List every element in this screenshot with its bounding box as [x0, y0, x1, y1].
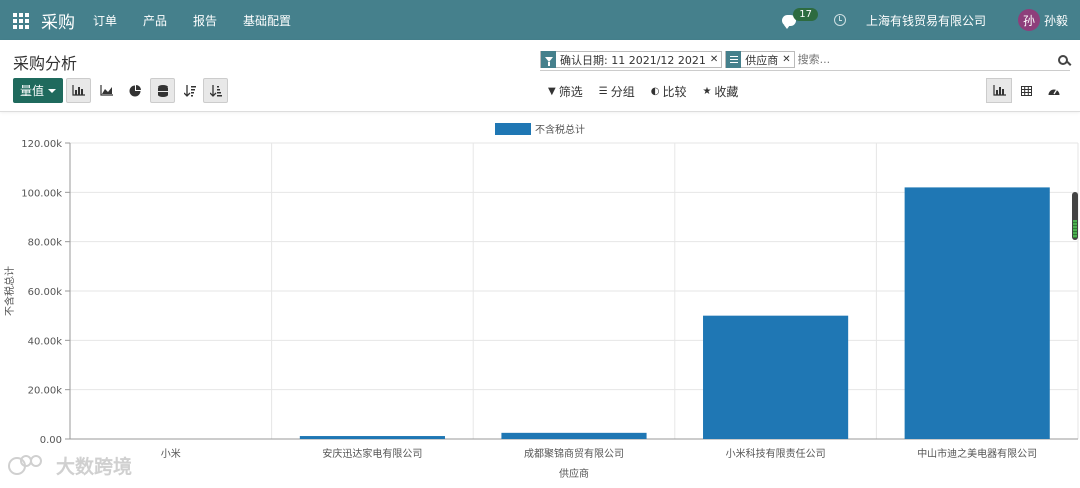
database-icon — [157, 84, 168, 97]
y-tick-label: 20.00k — [28, 386, 63, 397]
filter-icon — [541, 51, 556, 68]
y-tick-label: 40.00k — [28, 336, 63, 347]
sort-descending-icon — [183, 84, 196, 97]
y-tick-label: 100.00k — [21, 188, 62, 199]
y-tick-label: 80.00k — [28, 238, 63, 249]
measures-label: 量值 — [19, 84, 44, 98]
groupby-label: 分组 — [610, 85, 635, 99]
remove-filter-icon[interactable]: ✕ — [710, 54, 721, 65]
line-chart-button[interactable] — [94, 78, 119, 103]
pivot-view-button[interactable] — [1013, 78, 1039, 103]
control-panel: 采购分析 确认日期: 11 2021/12 2021 ✕ 供应商 ✕ 量值 — [0, 40, 1080, 112]
bar — [501, 432, 647, 439]
pie-chart-button[interactable] — [122, 78, 147, 103]
x-tick-label: 成都聚锦商贸有限公司 — [524, 447, 624, 460]
watermark: 大数跨境 — [8, 452, 132, 479]
favorites-label: 收藏 — [714, 85, 739, 99]
menu-products[interactable]: 产品 — [143, 12, 167, 29]
message-count-badge: 17 — [793, 7, 818, 21]
search-options: ▼ 筛选 ☰ 分组 ◐ 比较 ★ 收藏 — [548, 83, 754, 100]
sort-ascending-icon — [209, 84, 222, 97]
y-tick-label: 120.00k — [21, 139, 62, 150]
purchase-bar-chart: 0.00 20.00k 40.00k 60.00k 80.00k 100.00k 120.0… — [3, 123, 1079, 480]
bar-chart-icon — [992, 85, 1006, 96]
bar — [904, 187, 1050, 439]
x-tick-label: 安庆迅达家电有限公司 — [322, 447, 422, 460]
bar — [299, 436, 445, 439]
groupby-facet-value: 供应商 — [745, 53, 779, 67]
apps-grid-icon[interactable] — [13, 13, 29, 29]
chart-area: 0.00 20.00k 40.00k 60.00k 80.00k 100.00k 120.0… — [0, 113, 1080, 484]
bar-chart-icon — [72, 85, 85, 96]
y-tick-label: 60.00k — [28, 287, 63, 298]
measures-button[interactable]: 量值 — [13, 78, 63, 103]
watermark-logo-icon — [8, 454, 50, 477]
funnel-icon: ▼ — [548, 86, 556, 97]
filter-facet-value: 确认日期: 11 2021/12 2021 — [560, 53, 706, 67]
groupby-facet: 供应商 ✕ — [725, 51, 795, 68]
filter-facet: 确认日期: 11 2021/12 2021 ✕ — [540, 51, 723, 68]
sort-ascending-button[interactable] — [203, 78, 228, 103]
messages-button[interactable]: 17 — [782, 7, 818, 29]
company-switcher[interactable]: 上海有钱贸易有限公司 — [866, 12, 986, 29]
dashboard-icon — [1048, 89, 1060, 95]
comparison-dropdown[interactable]: ◐ 比较 — [651, 83, 687, 100]
search-bar: 确认日期: 11 2021/12 2021 ✕ 供应商 ✕ — [540, 49, 1070, 71]
search-input[interactable] — [797, 50, 1058, 69]
area-chart-icon — [100, 85, 113, 96]
scrollbar-thumb[interactable] — [1072, 192, 1078, 240]
filters-dropdown[interactable]: ▼ 筛选 — [548, 83, 583, 100]
app-brand[interactable]: 采购 — [41, 8, 75, 33]
breadcrumb: 采购分析 — [13, 54, 78, 73]
sort-descending-button[interactable] — [177, 78, 202, 103]
comparison-label: 比较 — [662, 85, 687, 99]
y-axis-label: 不含税总计 — [3, 266, 16, 316]
x-tick-label: 小米 — [161, 447, 181, 460]
chevron-down-icon — [48, 88, 56, 93]
search-icon[interactable] — [1058, 54, 1068, 65]
list-icon: ☰ — [598, 86, 608, 97]
filters-label: 筛选 — [558, 85, 583, 99]
favorites-dropdown[interactable]: ★ 收藏 — [702, 83, 738, 100]
bar — [703, 315, 849, 439]
x-tick-label: 小米科技有限责任公司 — [726, 447, 826, 460]
bar-chart-button[interactable] — [66, 78, 91, 103]
menu-reports[interactable]: 报告 — [193, 12, 217, 29]
dashboard-view-button[interactable] — [1041, 78, 1067, 103]
user-menu[interactable]: 孙毅 — [1044, 12, 1068, 29]
y-tick-label: 0.00 — [40, 435, 62, 446]
legend-label: 不含税总计 — [535, 123, 585, 136]
x-tick-label: 中山市迪之美电器有限公司 — [917, 447, 1037, 460]
groupby-dropdown[interactable]: ☰ 分组 — [599, 83, 635, 100]
half-circle-icon: ◐ — [650, 86, 660, 97]
stacked-button[interactable] — [150, 78, 175, 103]
menu-orders[interactable]: 订单 — [93, 12, 117, 29]
table-icon — [1020, 85, 1032, 96]
star-icon: ★ — [702, 86, 712, 97]
menu-configuration[interactable]: 基础配置 — [243, 12, 291, 29]
user-avatar[interactable]: 孙 — [1017, 9, 1040, 31]
watermark-text: 大数跨境 — [56, 456, 133, 478]
remove-groupby-icon[interactable]: ✕ — [782, 54, 793, 65]
pie-chart-icon — [129, 84, 141, 96]
top-navbar: 采购 订单 产品 报告 基础配置 17 上海有钱贸易有限公司 孙 孙毅 — [0, 0, 1080, 40]
x-axis-label: 供应商 — [559, 467, 589, 480]
graph-view-button[interactable] — [986, 78, 1012, 103]
group-by-icon — [726, 51, 742, 68]
activity-clock-icon[interactable] — [833, 14, 846, 26]
legend-swatch — [495, 123, 531, 135]
